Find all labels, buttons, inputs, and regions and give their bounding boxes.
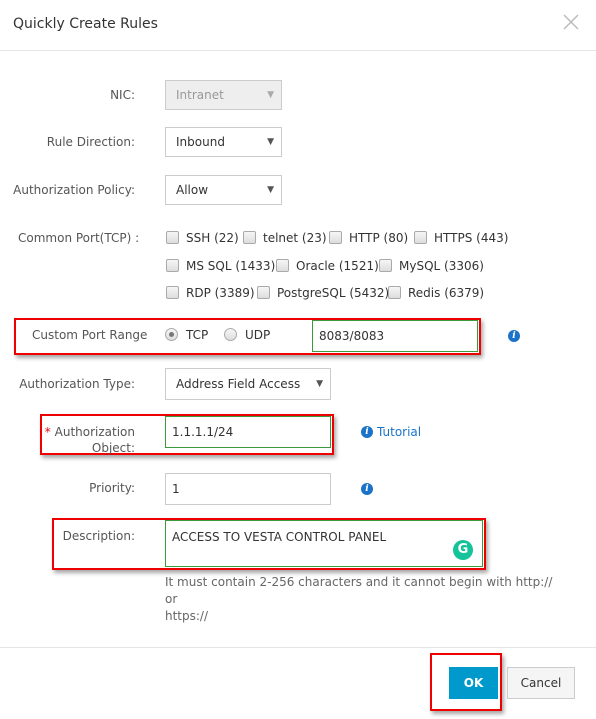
description-label: Description: (62, 529, 135, 543)
grammarly-icon[interactable]: G (453, 540, 473, 560)
dialog-title: Quickly Create Rules (13, 16, 158, 32)
ok-button[interactable]: OK (449, 667, 498, 699)
rule-direction-value: Inbound (176, 135, 225, 149)
footer-divider (0, 647, 596, 648)
chevron-down-icon: ▼ (267, 137, 274, 147)
port-checkbox-postgresql[interactable]: PostgreSQL (5432) (257, 286, 389, 300)
chevron-down-icon: ▼ (267, 185, 274, 195)
checkbox-icon[interactable] (414, 231, 427, 244)
rule-direction-select[interactable]: Inbound ▼ (165, 127, 282, 157)
authorization-object-label: * Authorization Object: (44, 425, 135, 455)
port-checkbox-http[interactable]: HTTP (80) (329, 231, 408, 245)
port-checkbox-rdp[interactable]: RDP (3389) (166, 286, 255, 300)
radio-icon[interactable] (224, 328, 237, 341)
checkbox-icon[interactable] (388, 286, 401, 299)
checkbox-icon[interactable] (379, 259, 392, 272)
port-checkbox-ssh[interactable]: SSH (22) (166, 231, 239, 245)
authorization-policy-value: Allow (176, 183, 209, 197)
checkbox-icon[interactable] (329, 231, 342, 244)
info-icon[interactable]: i (508, 330, 520, 342)
description-hint: It must contain 2-256 characters and it … (165, 575, 553, 623)
chevron-down-icon: ▼ (316, 379, 323, 389)
rule-direction-label: Rule Direction: (46, 135, 135, 149)
description-textarea[interactable]: ACCESS TO VESTA CONTROL PANEL (165, 520, 483, 567)
info-icon: i (361, 426, 373, 438)
nic-select: Intranet ▼ (165, 80, 282, 110)
protocol-radio-tcp[interactable]: TCP (165, 328, 208, 342)
authorization-type-label: Authorization Type: (19, 377, 135, 391)
common-port-label: Common Port(TCP) : (18, 231, 140, 245)
port-checkbox-mysql[interactable]: MySQL (3306) (379, 259, 484, 273)
port-checkbox-telnet[interactable]: telnet (23) (243, 231, 327, 245)
priority-input[interactable]: 1 (165, 473, 331, 505)
priority-label: Priority: (89, 481, 135, 495)
nic-label: NIC: (110, 88, 135, 102)
port-checkbox-oracle[interactable]: Oracle (1521) (276, 259, 379, 273)
cancel-button[interactable]: Cancel (507, 667, 575, 699)
nic-value: Intranet (176, 88, 224, 102)
custom-port-input[interactable]: 8083/8083 (312, 320, 478, 352)
authorization-type-select[interactable]: Address Field Access ▼ (165, 368, 331, 400)
chevron-down-icon: ▼ (267, 90, 274, 100)
info-icon[interactable]: i (361, 483, 373, 495)
radio-selected-icon[interactable] (165, 328, 178, 341)
authorization-object-input[interactable]: 1.1.1.1/24 (165, 416, 331, 448)
close-icon[interactable] (561, 12, 581, 32)
protocol-radio-udp[interactable]: UDP (224, 328, 270, 342)
port-checkbox-mssql[interactable]: MS SQL (1433) (166, 259, 275, 273)
authorization-policy-label: Authorization Policy: (13, 183, 135, 197)
checkbox-icon[interactable] (276, 259, 289, 272)
custom-port-range-label: Custom Port Range (32, 328, 148, 342)
checkbox-icon[interactable] (166, 286, 179, 299)
tutorial-link[interactable]: Tutorial (377, 425, 421, 439)
port-checkbox-redis[interactable]: Redis (6379) (388, 286, 484, 300)
authorization-policy-select[interactable]: Allow ▼ (165, 175, 282, 205)
checkbox-icon[interactable] (166, 259, 179, 272)
checkbox-icon[interactable] (257, 286, 270, 299)
required-mark: * (44, 425, 51, 439)
checkbox-icon[interactable] (166, 231, 179, 244)
checkbox-icon[interactable] (243, 231, 256, 244)
authorization-type-value: Address Field Access (176, 377, 301, 391)
port-checkbox-https[interactable]: HTTPS (443) (414, 231, 508, 245)
